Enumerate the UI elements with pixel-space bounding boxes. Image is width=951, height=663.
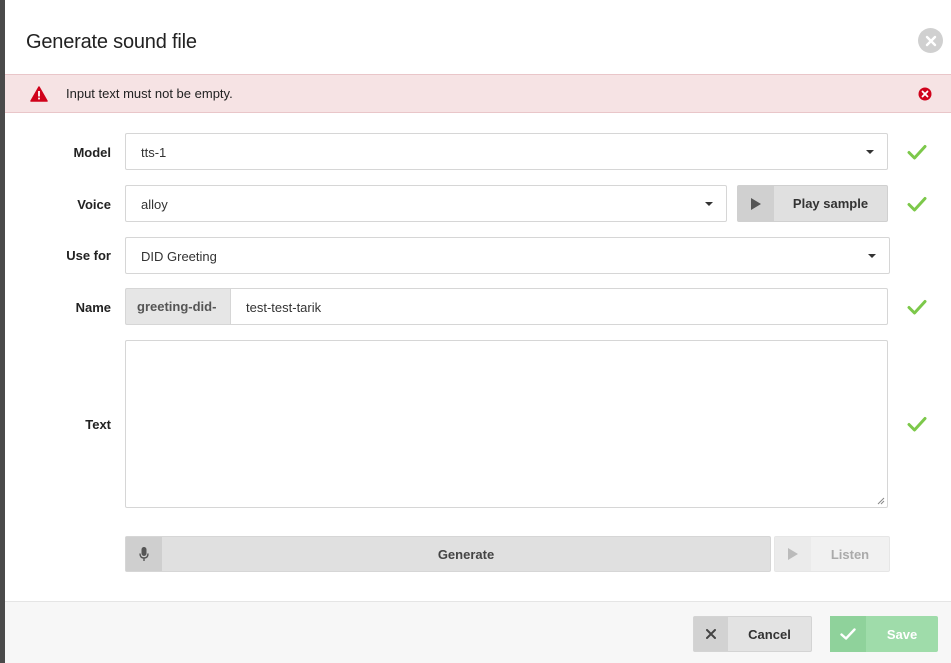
dialog-close-button[interactable]: [918, 28, 943, 53]
error-circle-icon[interactable]: [918, 87, 932, 101]
close-circle-icon: [925, 35, 936, 46]
checkmark-icon: [830, 616, 866, 652]
chevron-down-icon: [866, 150, 874, 154]
generate-button[interactable]: Generate: [125, 536, 771, 572]
dialog-footer: Cancel Save: [5, 601, 951, 663]
cancel-label: Cancel: [748, 626, 791, 642]
chevron-down-icon: [868, 254, 876, 258]
listen-label: Listen: [830, 546, 870, 562]
dialog-title: Generate sound file: [26, 31, 197, 53]
checkmark-icon: [907, 417, 927, 432]
model-select-value: tts-1: [141, 145, 167, 160]
save-label: Save: [886, 626, 918, 642]
resize-handle-icon[interactable]: [877, 497, 885, 505]
play-sample-button[interactable]: Play sample: [737, 185, 888, 222]
voice-label: Voice: [77, 197, 111, 212]
model-label: Model: [73, 145, 111, 160]
model-select[interactable]: tts-1: [125, 133, 888, 170]
use-for-select[interactable]: DID Greeting: [125, 237, 890, 274]
warning-triangle-icon: [30, 86, 48, 102]
generate-sound-dialog: Generate sound file Input text must not …: [5, 0, 951, 663]
generate-label: Generate: [437, 546, 495, 562]
checkmark-icon: [907, 197, 927, 212]
error-alert: Input text must not be empty.: [5, 74, 951, 113]
alert-message: Input text must not be empty.: [66, 86, 233, 101]
play-icon: [775, 537, 811, 571]
name-prefix-addon: greeting-did-: [125, 288, 230, 325]
listen-button[interactable]: Listen: [774, 536, 890, 572]
play-icon: [738, 186, 774, 221]
name-prefix: greeting-did-: [137, 299, 217, 314]
name-label: Name: [75, 300, 111, 315]
checkmark-icon: [907, 300, 927, 315]
microphone-icon: [126, 537, 162, 571]
chevron-down-icon: [705, 202, 713, 206]
voice-select[interactable]: alloy: [125, 185, 727, 222]
voice-select-value: alloy: [141, 197, 168, 212]
text-textarea[interactable]: [125, 340, 888, 508]
name-input-value: test-test-tarik: [246, 300, 322, 315]
text-label: Text: [85, 417, 111, 432]
checkmark-icon: [907, 145, 927, 160]
x-icon: [694, 617, 728, 651]
play-sample-label: Play sample: [792, 196, 869, 211]
cancel-button[interactable]: Cancel: [693, 616, 812, 652]
use-for-select-value: DID Greeting: [141, 249, 217, 264]
use-for-label: Use for: [66, 248, 111, 263]
name-input[interactable]: test-test-tarik: [230, 288, 888, 325]
save-button[interactable]: Save: [830, 616, 938, 652]
